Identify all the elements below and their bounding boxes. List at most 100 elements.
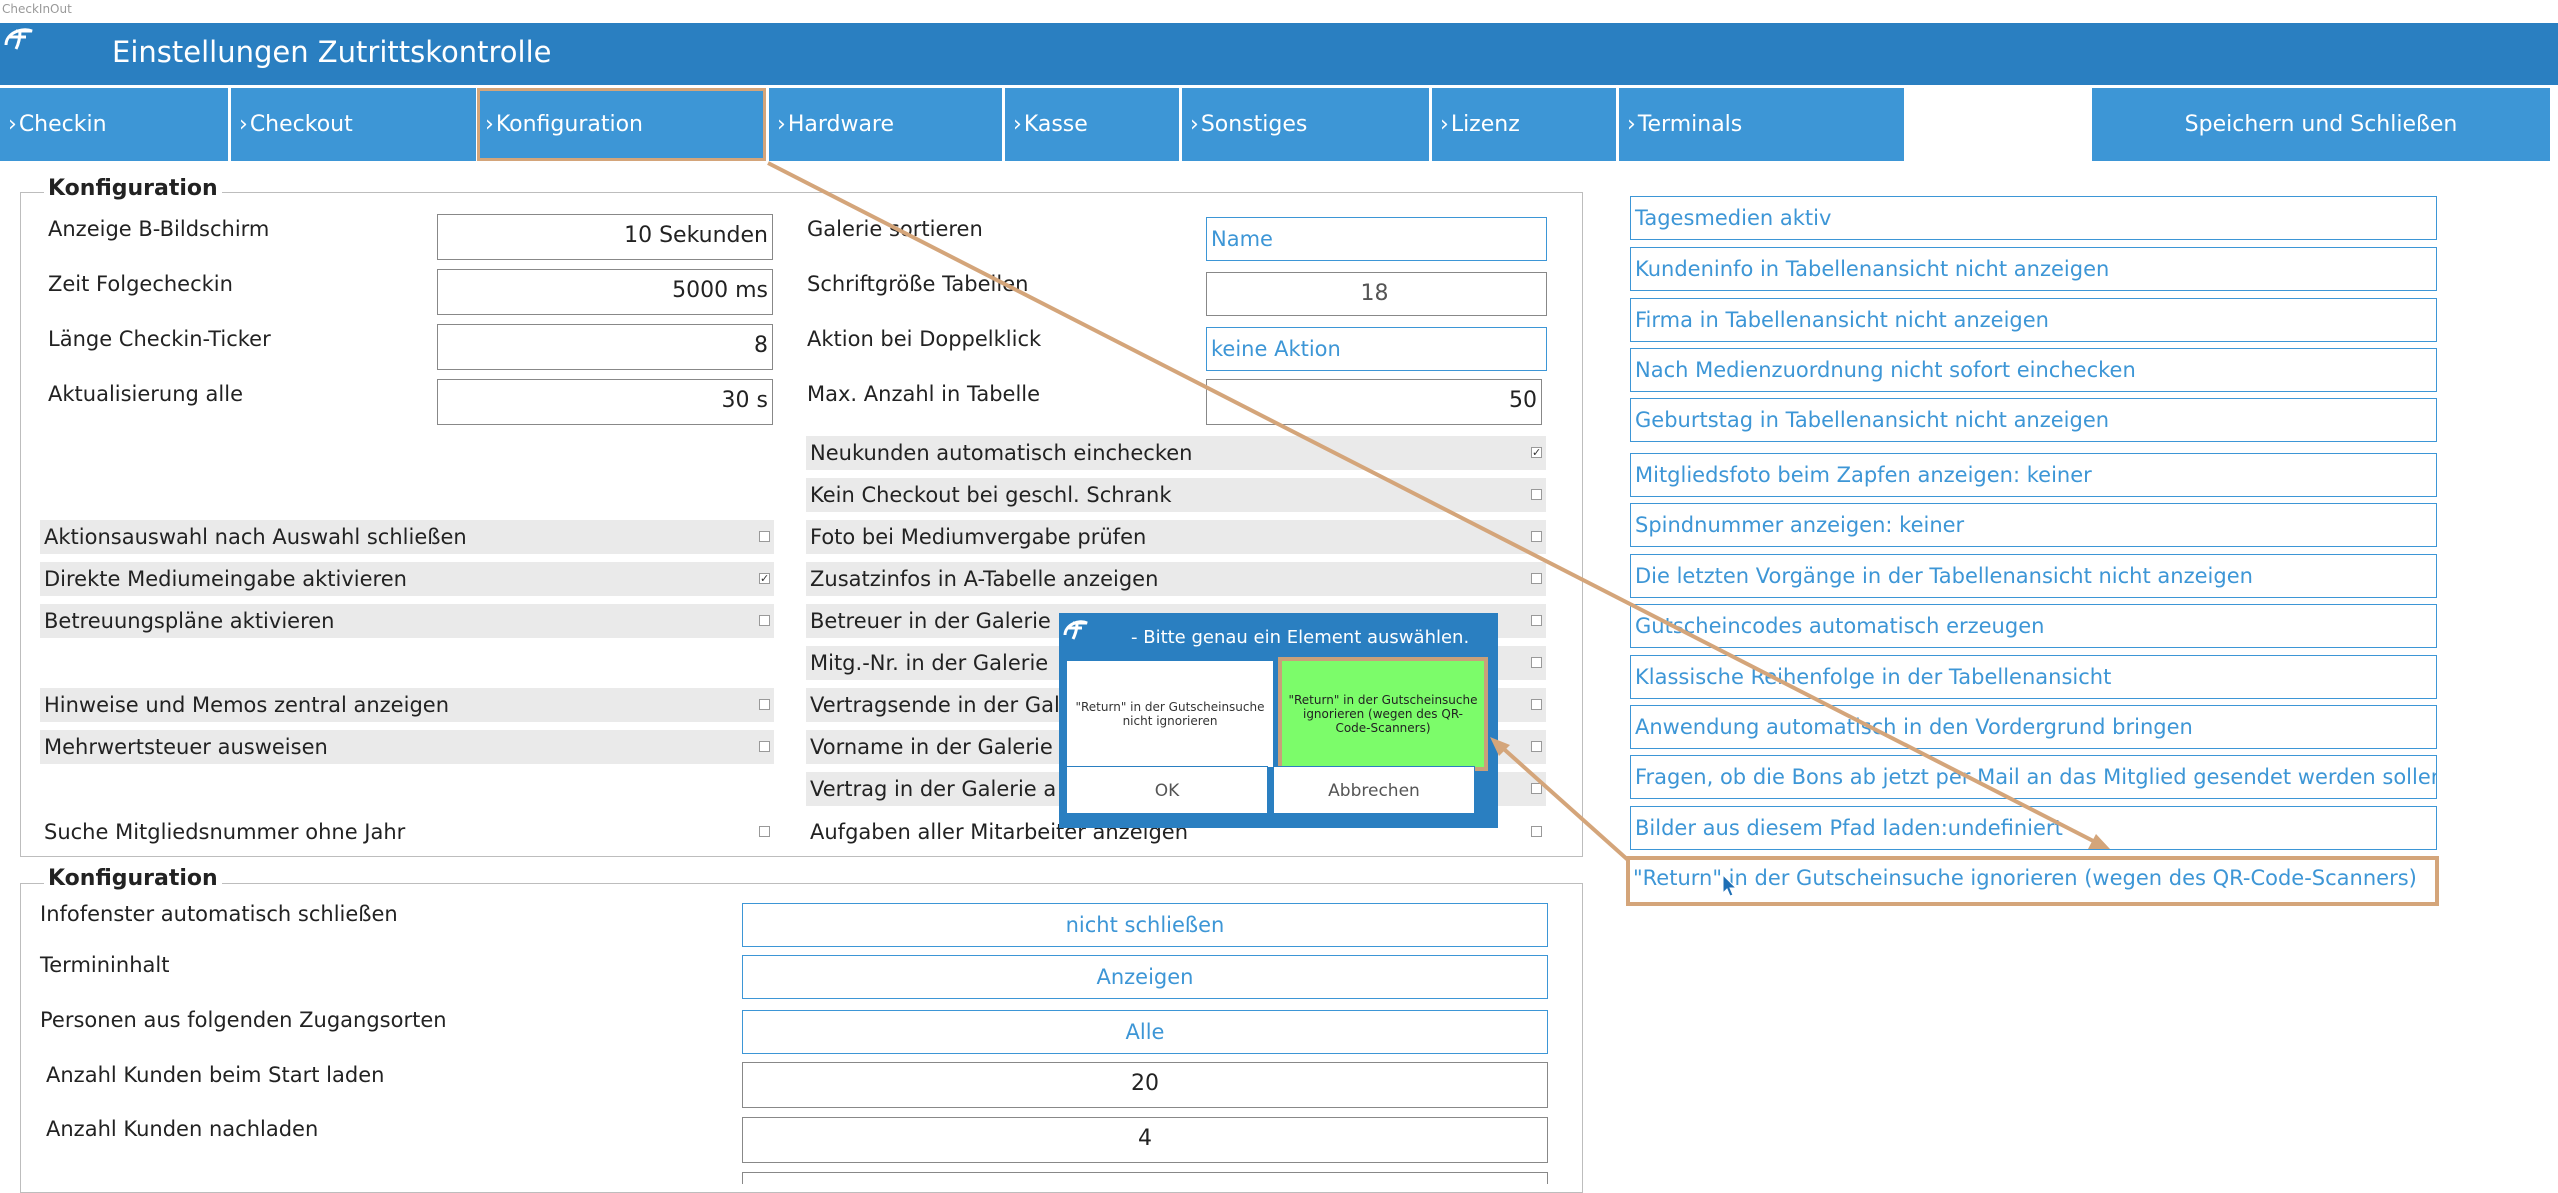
table-font-size-input[interactable]: 18 [1206, 272, 1547, 316]
option-button[interactable]: Anwendung automatisch in den Vordergrund… [1630, 705, 2437, 749]
checkbox-row[interactable]: Aktionsauswahl nach Auswahl schließen [40, 520, 774, 554]
checkbox[interactable] [759, 826, 770, 837]
tab-checkout[interactable]: ›Checkout [231, 88, 476, 161]
option-button[interactable]: Die letzten Vorgänge in der Tabellenansi… [1630, 554, 2437, 598]
field-label: Personen aus folgenden Zugangsorten [40, 1008, 447, 1032]
tab-sonstiges[interactable]: ›Sonstiges [1182, 88, 1429, 161]
checkbox[interactable] [1531, 657, 1542, 668]
return-ignore-button[interactable]: "Return" in der Gutscheinsuche ignoriere… [1626, 856, 2439, 906]
option-button[interactable]: Mitgliedsfoto beim Zapfen anzeigen: kein… [1630, 453, 2437, 497]
partial-input[interactable] [742, 1172, 1548, 1184]
cancel-button[interactable]: Abbrechen [1273, 766, 1475, 814]
selection-dialog: - Bitte genau ein Element auswählen. "Re… [1059, 613, 1498, 828]
checkbox-row[interactable]: Direkte Mediumeingabe aktivieren ✓ [40, 562, 774, 596]
field-label: Termininhalt [40, 953, 170, 977]
chevron-right-icon: › [1627, 112, 1636, 137]
chevron-right-icon: › [8, 112, 17, 137]
chevron-right-icon: › [485, 112, 494, 137]
checkbox[interactable] [759, 741, 770, 752]
option-button[interactable]: Gutscheincodes automatisch erzeugen [1630, 604, 2437, 648]
checkbox[interactable]: ✓ [759, 573, 770, 584]
option-button[interactable]: Geburtstag in Tabellenansicht nicht anze… [1630, 398, 2437, 442]
tab-label: Sonstiges [1200, 112, 1308, 137]
checkbox-row[interactable]: Mehrwertsteuer ausweisen [40, 730, 774, 764]
checkbox-row[interactable]: Hinweise und Memos zentral anzeigen [40, 688, 774, 722]
chevron-right-icon: › [239, 112, 248, 137]
double-click-action-select[interactable]: keine Aktion [1206, 327, 1547, 371]
tab-checkin[interactable]: ›Checkin [0, 88, 228, 161]
appointment-content-select[interactable]: Anzeigen [742, 955, 1548, 999]
checkbox-label: Betreuungspläne aktivieren [44, 609, 335, 633]
field-label: Schriftgröße Tabellen [807, 272, 1029, 296]
option-button[interactable]: Tagesmedien aktiv [1630, 196, 2437, 240]
checkbox[interactable]: ✓ [1531, 447, 1542, 458]
option-button[interactable]: Nach Medienzuordnung nicht sofort einche… [1630, 348, 2437, 392]
refresh-interval-input[interactable]: 30 s [437, 379, 773, 425]
tab-label: Checkin [18, 112, 107, 137]
option-button[interactable]: Klassische Reihenfolge in der Tabellenan… [1630, 655, 2437, 699]
tab-label: Checkout [249, 112, 353, 137]
option-button[interactable]: Spindnummer anzeigen: keiner [1630, 503, 2437, 547]
dialog-title: - Bitte genau ein Element auswählen. [1131, 627, 1470, 648]
window-title: CheckInOut [2, 2, 72, 16]
checkbox[interactable] [1531, 699, 1542, 710]
option-ignore[interactable]: "Return" in der Gutscheinsuche ignoriere… [1278, 657, 1488, 771]
checkbox-row[interactable]: Neukunden automatisch einchecken ✓ [806, 436, 1546, 470]
tab-label: Terminals [1637, 112, 1743, 137]
max-table-count-input[interactable]: 50 [1206, 379, 1542, 425]
gallery-sort-select[interactable]: Name [1206, 217, 1547, 261]
checkbox[interactable] [1531, 783, 1542, 794]
checkbox-label: Vorname in der Galerie [810, 735, 1053, 759]
option-button[interactable]: Kundeninfo in Tabellenansicht nicht anze… [1630, 247, 2437, 291]
checkbox-label: Mitg.-Nr. in der Galerie [810, 651, 1049, 675]
option-not-ignore[interactable]: "Return" in der Gutscheinsuche nicht ign… [1067, 661, 1273, 767]
checkbox-label: Vertrag in der Galerie a [810, 777, 1057, 801]
checkbox[interactable] [759, 699, 770, 710]
app-logo-icon [1063, 620, 1088, 640]
checkbox-row[interactable]: Foto bei Mediumvergabe prüfen [806, 520, 1546, 554]
checkbox[interactable] [1531, 531, 1542, 542]
chevron-right-icon: › [1013, 112, 1022, 137]
checkbox-row[interactable]: Kein Checkout bei geschl. Schrank [806, 478, 1546, 512]
field-label: Anzeige B-Bildschirm [48, 217, 270, 241]
app-logo-icon [4, 28, 33, 50]
tab-label: Lizenz [1450, 112, 1520, 137]
checkbox-label: Suche Mitgliedsnummer ohne Jahr [44, 820, 406, 844]
display-time-input[interactable]: 10 Sekunden [437, 214, 773, 260]
tab-terminals[interactable]: ›Terminals [1619, 88, 1904, 161]
field-label: Infofenster automatisch schließen [40, 902, 398, 926]
checkbox[interactable] [1531, 615, 1542, 626]
option-button[interactable]: Bilder aus diesem Pfad laden:undefiniert [1630, 806, 2437, 850]
checkbox[interactable] [759, 615, 770, 626]
checkbox[interactable] [759, 531, 770, 542]
tab-hardware[interactable]: ›Hardware [769, 88, 1002, 161]
save-and-close-button[interactable]: Speichern und Schließen [2092, 88, 2550, 161]
option-button[interactable]: Firma in Tabellenansicht nicht anzeigen [1630, 298, 2437, 342]
option-button[interactable]: Fragen, ob die Bons ab jetzt per Mail an… [1630, 755, 2437, 799]
mouse-cursor-icon [1722, 874, 1738, 897]
checkbox[interactable] [1531, 573, 1542, 584]
ticker-length-input[interactable]: 8 [437, 324, 773, 370]
checkbox-row[interactable]: Betreuungspläne aktivieren [40, 604, 774, 638]
tab-konfiguration[interactable]: ›Konfiguration [477, 88, 766, 161]
field-label: Galerie sortieren [807, 217, 983, 241]
checkbox-label: Direkte Mediumeingabe aktivieren [44, 567, 407, 591]
chevron-right-icon: › [1440, 112, 1449, 137]
checkbox[interactable] [1531, 741, 1542, 752]
info-window-close-select[interactable]: nicht schließen [742, 903, 1548, 947]
access-locations-select[interactable]: Alle [742, 1010, 1548, 1054]
checkbox-label: Kein Checkout bei geschl. Schrank [810, 483, 1172, 507]
checkbox-label: Betreuer in der Galerie [810, 609, 1051, 633]
ok-button[interactable]: OK [1066, 766, 1268, 814]
checkbox[interactable] [1531, 826, 1542, 837]
followup-checkin-input[interactable]: 5000 ms [437, 269, 773, 315]
checkbox-row[interactable]: Zusatzinfos in A-Tabelle anzeigen [806, 562, 1546, 596]
header-bar: Einstellungen Zutrittskontrolle [0, 23, 2558, 85]
tab-lizenz[interactable]: ›Lizenz [1432, 88, 1616, 161]
customers-reload-input[interactable]: 4 [742, 1117, 1548, 1163]
tab-kasse[interactable]: ›Kasse [1005, 88, 1179, 161]
field-label: Anzahl Kunden beim Start laden [46, 1063, 385, 1087]
checkbox[interactable] [1531, 489, 1542, 500]
checkbox-row[interactable]: Suche Mitgliedsnummer ohne Jahr [40, 815, 774, 849]
customers-start-input[interactable]: 20 [742, 1062, 1548, 1108]
